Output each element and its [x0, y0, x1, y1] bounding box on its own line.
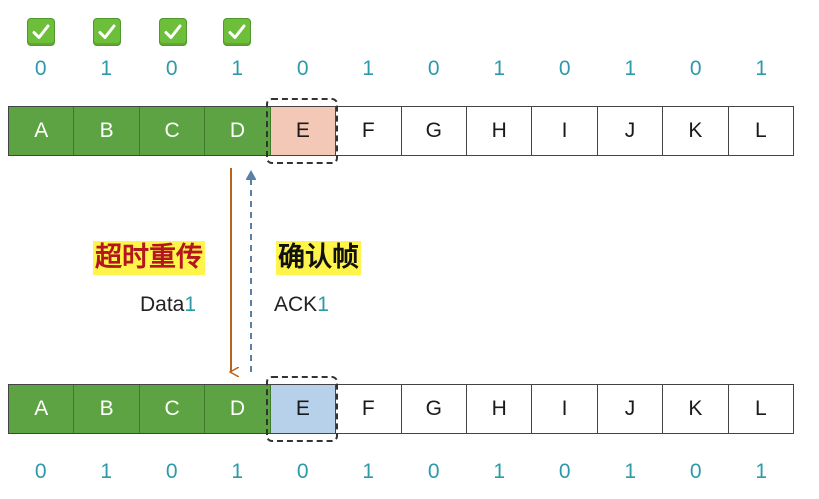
frame-cell-acked: B: [74, 385, 140, 433]
frame-cell-acked: A: [9, 385, 75, 433]
ack-message-text: ACK: [274, 293, 318, 316]
ack-message: ACK1: [274, 293, 329, 317]
data-message-text: Data: [140, 293, 185, 316]
frame-cell-acked: D: [205, 385, 271, 433]
frame-cell: I: [532, 385, 598, 433]
sequence-number: 1: [362, 460, 375, 483]
sequence-number: 0: [296, 460, 309, 483]
frame-cell-expected: E: [270, 385, 337, 433]
sequence-number: 1: [100, 460, 113, 483]
data-message-number: 1: [184, 293, 197, 316]
receiver-sequence-numbers: 0 1 0 1 0 1 0 1 0 1 0 1: [8, 459, 794, 485]
timeout-retransmit-label: 超时重传: [93, 241, 205, 275]
sequence-number: 1: [755, 460, 768, 483]
frame-cell: J: [597, 385, 664, 433]
frame-cell: L: [728, 385, 794, 433]
sequence-number: 1: [493, 460, 506, 483]
sequence-number: 0: [165, 460, 178, 483]
sequence-number: 1: [231, 460, 244, 483]
frame-cell-acked: C: [139, 385, 206, 433]
sequence-number: 0: [558, 460, 571, 483]
frame-cell: H: [466, 385, 533, 433]
sequence-number: 0: [34, 460, 47, 483]
ack-message-number: 1: [317, 293, 329, 316]
frame-cell: K: [663, 385, 729, 433]
sequence-number: 0: [689, 460, 702, 483]
frame-cell: F: [336, 385, 402, 433]
data-message: Data1: [140, 293, 196, 317]
sequence-number: 1: [624, 460, 637, 483]
frame-cell: G: [401, 385, 467, 433]
sequence-number: 0: [427, 460, 440, 483]
receiver-frame-row: A B C D E F G H I J K L: [8, 384, 794, 434]
ack-frame-label: 确认帧: [276, 241, 361, 275]
